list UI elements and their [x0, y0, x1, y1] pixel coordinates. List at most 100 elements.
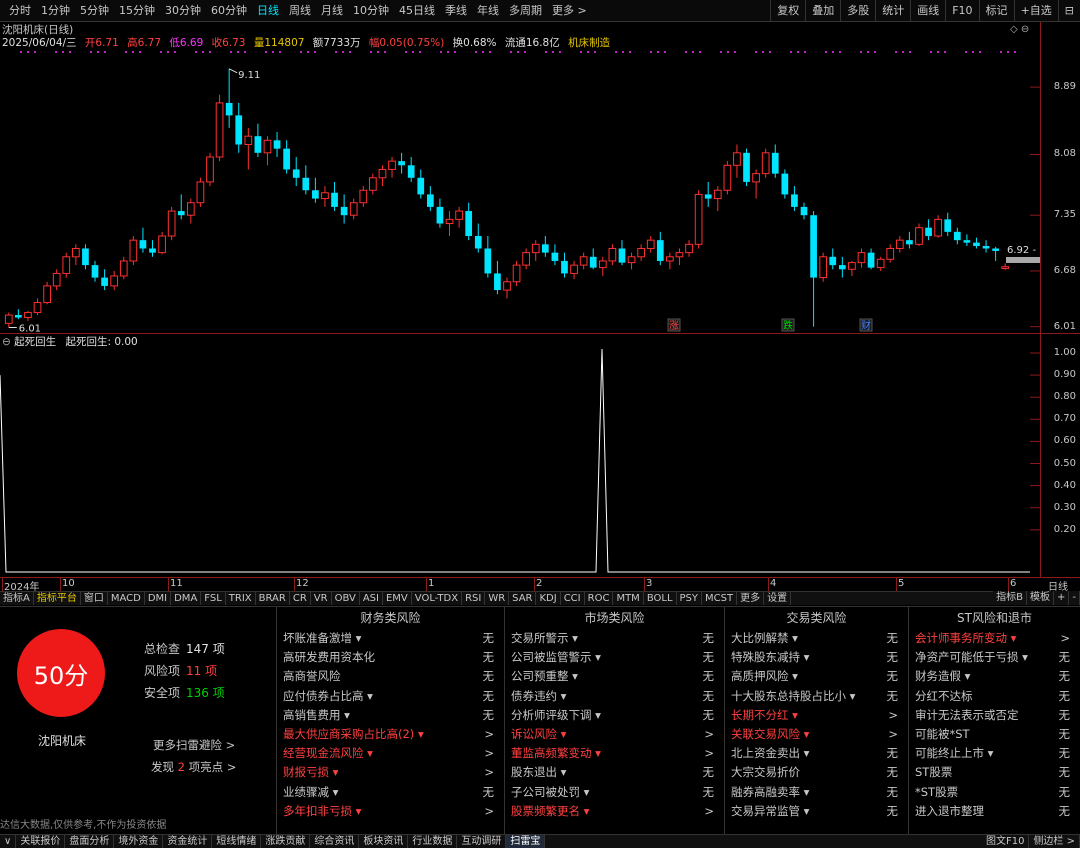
tool-button[interactable]: +自选 [1013, 0, 1058, 22]
indicator-tab[interactable]: CR [290, 592, 311, 605]
risk-item[interactable]: 最大供应商采购占比高(2) ▾ > [277, 725, 504, 744]
risk-item[interactable]: 业绩骤减 ▾ 无 [277, 783, 504, 802]
risk-item[interactable]: 大宗交易折价 无 [725, 763, 908, 782]
indicator-tab[interactable]: TRIX [226, 592, 256, 605]
risk-item[interactable]: 十大股东总持股占比小 ▾ 无 [725, 687, 908, 706]
tool-button[interactable]: 复权 [770, 0, 805, 22]
risk-item[interactable]: 交易所警示 ▾ 无 [505, 629, 724, 648]
indicator-tab[interactable]: FSL [201, 592, 226, 605]
indicator-tab[interactable]: ROC [585, 592, 614, 605]
tool-button[interactable]: 标记 [978, 0, 1014, 22]
risk-item[interactable]: 融券高融卖率 ▾ 无 [725, 783, 908, 802]
indicator-right-tab[interactable]: - [1069, 591, 1080, 605]
risk-item[interactable]: 特殊股东减持 ▾ 无 [725, 648, 908, 667]
indicator-tab[interactable]: MACD [108, 592, 145, 605]
indicator-tab[interactable]: MTM [613, 592, 644, 605]
period-tab[interactable]: 1分钟 [36, 0, 75, 22]
risk-item[interactable]: 关联交易风险 ▾ > [725, 725, 908, 744]
indicator-tab[interactable]: OBV [332, 592, 360, 605]
indicator-tab[interactable]: CCI [561, 592, 585, 605]
risk-item[interactable]: 高质押风险 ▾ 无 [725, 667, 908, 686]
period-tab[interactable]: 30分钟 [160, 0, 206, 22]
indicator-right-tab[interactable]: 模板 [1027, 591, 1054, 605]
risk-item[interactable]: 子公司被处罚 ▾ 无 [505, 783, 724, 802]
risk-item[interactable]: 公司预重整 ▾ 无 [505, 667, 724, 686]
risk-item[interactable]: *ST股票 无 [909, 783, 1080, 802]
period-tab[interactable]: 5分钟 [75, 0, 114, 22]
indicator-chart[interactable] [0, 347, 1040, 577]
tool-button[interactable]: 多股 [840, 0, 875, 22]
indicator-tab[interactable]: 更多 [737, 592, 765, 605]
chart-settings-icon[interactable]: ◇ ⊖ [1010, 24, 1029, 35]
indicator-tab[interactable]: 窗口 [81, 592, 108, 605]
indicator-tab[interactable]: BOLL [644, 592, 677, 605]
indicator-tab[interactable]: 指标A [0, 592, 34, 605]
indicator-tab[interactable]: PSY [677, 592, 703, 605]
period-tab[interactable]: 季线 [440, 0, 472, 22]
indicator-tab[interactable]: BRAR [256, 592, 290, 605]
indicator-tab[interactable]: RSI [462, 592, 486, 605]
quote-sector[interactable]: 机床制造 [568, 37, 610, 49]
risk-item[interactable]: 高销售费用 ▾ 无 [277, 706, 504, 725]
risk-item[interactable]: 分析师评级下调 ▾ 无 [505, 706, 724, 725]
bottom-tab[interactable]: 盘面分析 [65, 835, 115, 848]
period-tab[interactable]: 45日线 [394, 0, 440, 22]
period-tab[interactable]: 分时 [4, 0, 36, 22]
bottom-tab[interactable]: 资金统计 [163, 835, 213, 848]
risk-item[interactable]: 净资产可能低于亏损 ▾ 无 [909, 648, 1080, 667]
risk-item[interactable]: 股票频繁更名 ▾ > [505, 802, 724, 821]
indicator-tab[interactable]: 指标平台 [34, 592, 81, 605]
bottom-tab[interactable]: 扫雷宝 [506, 835, 546, 848]
risk-item[interactable]: 财报亏损 ▾ > [277, 763, 504, 782]
risk-item[interactable]: 债券违约 ▾ 无 [505, 687, 724, 706]
indicator-tab[interactable]: VR [311, 592, 332, 605]
indicator-tab[interactable]: 设置 [764, 592, 792, 605]
period-tab[interactable]: 更多 > [547, 0, 592, 22]
risk-item[interactable]: 股东退出 ▾ 无 [505, 763, 724, 782]
bottom-collapse-button[interactable]: ∨ [0, 835, 17, 848]
more-scan-link[interactable]: 更多扫雷避险 > [153, 737, 235, 753]
risk-item[interactable]: 分红不达标 无 [909, 687, 1080, 706]
bottom-tab[interactable]: 综合资讯 [310, 835, 360, 848]
tool-button[interactable]: ⊟ [1057, 0, 1080, 22]
period-tab[interactable]: 10分钟 [348, 0, 394, 22]
kline-chart[interactable]: 9.11 6.01 6.92 - 涨 跌 财 [0, 50, 1040, 333]
tool-button[interactable]: 统计 [875, 0, 910, 22]
risk-item[interactable]: 高研发费用资本化 无 [277, 648, 504, 667]
tool-button[interactable]: 画线 [910, 0, 945, 22]
risk-item[interactable]: 进入退市整理 无 [909, 802, 1080, 821]
period-tab[interactable]: 周线 [284, 0, 316, 22]
indicator-tab[interactable]: MCST [702, 592, 738, 605]
bottom-tab[interactable]: 境外资金 [114, 835, 164, 848]
bottom-tab[interactable]: 短线情绪 [212, 835, 262, 848]
indicator-right-tab[interactable]: + [1054, 591, 1070, 605]
risk-item[interactable]: 诉讼风险 ▾ > [505, 725, 724, 744]
indicator-tab[interactable]: ASI [360, 592, 383, 605]
risk-item[interactable]: 财务造假 ▾ 无 [909, 667, 1080, 686]
risk-item[interactable]: 多年扣非亏损 ▾ > [277, 802, 504, 821]
period-tab[interactable]: 年线 [472, 0, 504, 22]
risk-item[interactable]: ST股票 无 [909, 763, 1080, 782]
period-tab[interactable]: 15分钟 [114, 0, 160, 22]
risk-item[interactable]: 交易异常监管 ▾ 无 [725, 802, 908, 821]
indicator-tab[interactable]: KDJ [536, 592, 561, 605]
indicator-tab[interactable]: WR [485, 592, 510, 605]
bottom-tab[interactable]: 行业数据 [408, 835, 458, 848]
risk-item[interactable]: 董监高频繁变动 ▾ > [505, 744, 724, 763]
period-tab[interactable]: 月线 [316, 0, 348, 22]
risk-item[interactable]: 可能终止上市 ▾ 无 [909, 744, 1080, 763]
risk-item[interactable]: 经营现金流风险 ▾ > [277, 744, 504, 763]
tool-button[interactable]: F10 [945, 0, 978, 22]
bottom-tab[interactable]: 互动调研 [457, 835, 507, 848]
bottom-tab[interactable]: 板块资讯 [359, 835, 409, 848]
indicator-tab[interactable]: DMI [145, 592, 172, 605]
bottom-tab[interactable]: 关联报价 [16, 835, 66, 848]
risk-item[interactable]: 坏账准备激增 ▾ 无 [277, 629, 504, 648]
indicator-tab[interactable]: EMV [383, 592, 412, 605]
period-tab[interactable]: 60分钟 [206, 0, 252, 22]
indicator-tab[interactable]: SAR [509, 592, 537, 605]
tool-button[interactable]: 叠加 [805, 0, 840, 22]
indicator-right-tab[interactable]: 指标B [993, 591, 1027, 605]
risk-item[interactable]: 公司被监管警示 ▾ 无 [505, 648, 724, 667]
indicator-tab[interactable]: VOL-TDX [412, 592, 463, 605]
